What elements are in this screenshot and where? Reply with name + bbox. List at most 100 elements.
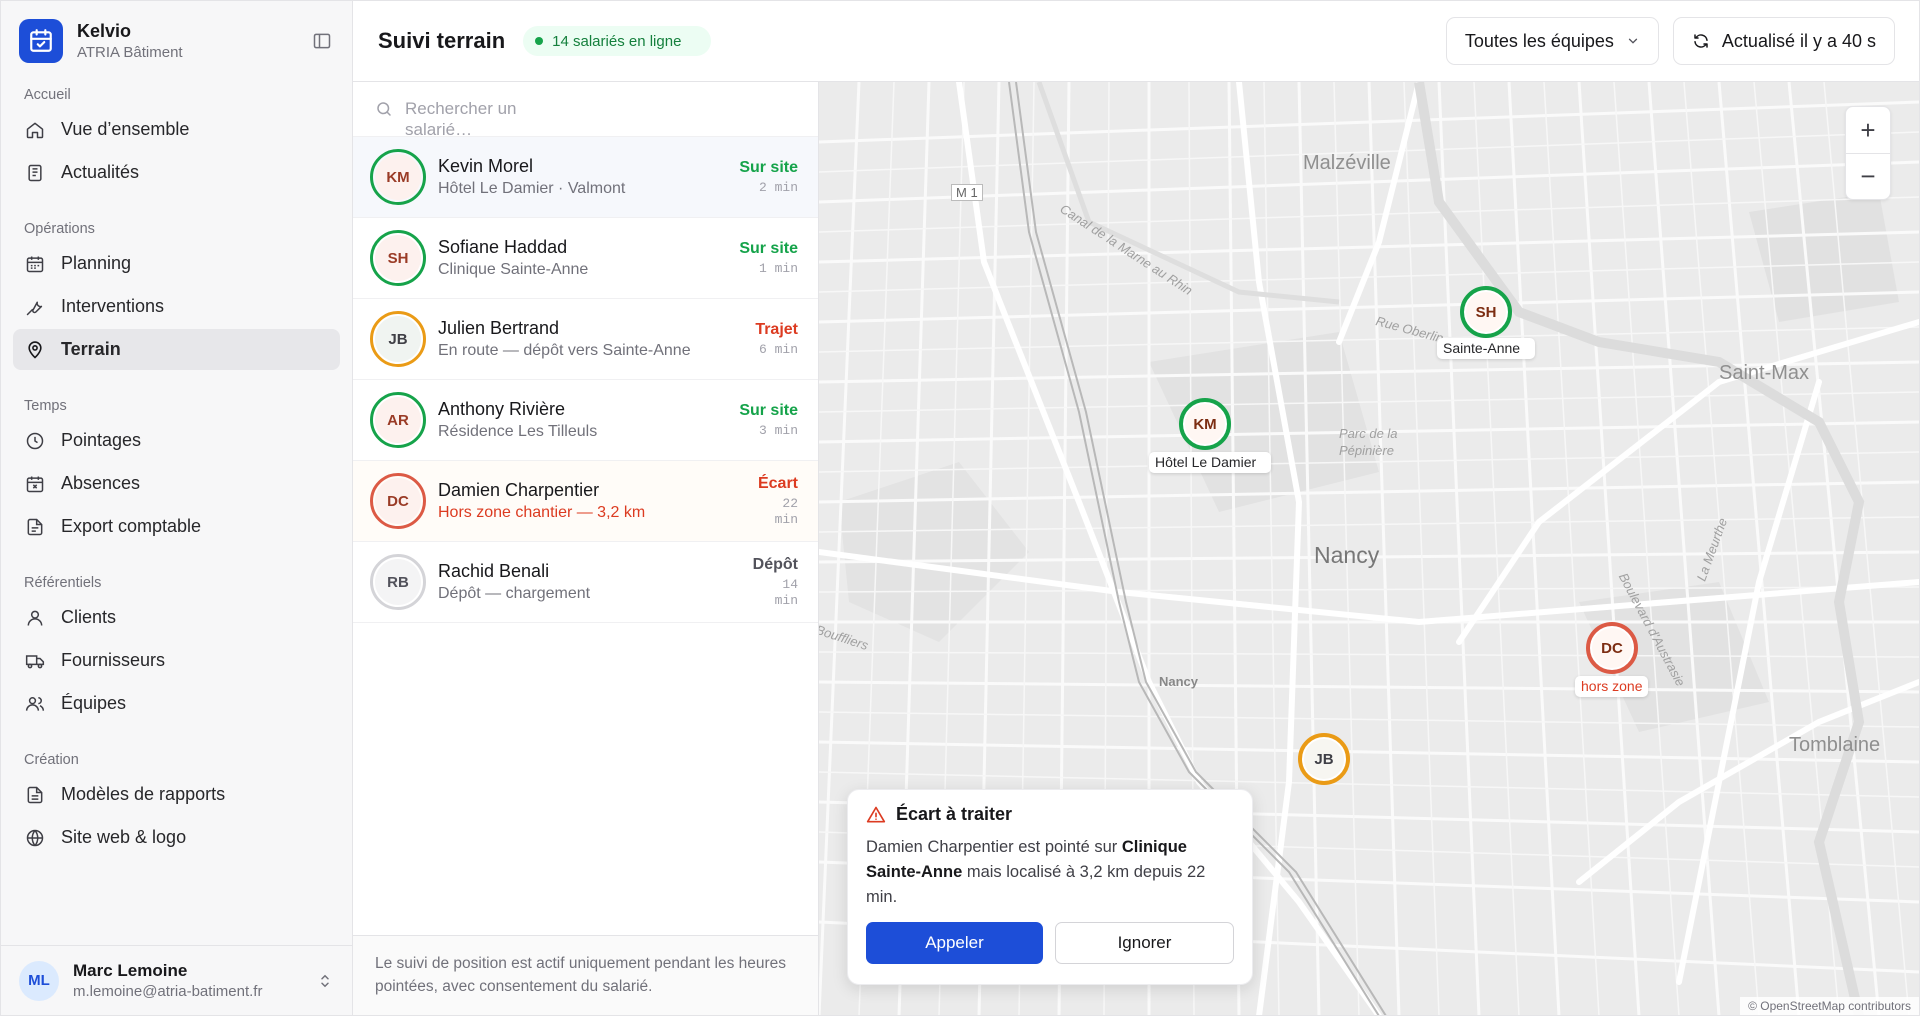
employee-location: Clinique Sainte-Anne	[438, 261, 589, 278]
employee-name: Anthony Rivière	[438, 399, 566, 419]
user-email: m.lemoine@atria-batiment.fr	[73, 983, 263, 1000]
sidebar-item-label: Fournisseurs	[61, 650, 166, 670]
nav-section-title: Accueil	[24, 87, 71, 103]
wrench-icon	[26, 301, 43, 315]
sidebar-item-website[interactable]: Site web & logo	[13, 817, 340, 858]
sidebar-item-news[interactable]: Actualités	[13, 152, 340, 193]
status-label: Dépôt	[752, 555, 798, 573]
sidebar-item-interventions[interactable]: Interventions	[13, 286, 340, 327]
list-item[interactable]: DC Damien Charpentier Hors zone chantier …	[353, 461, 818, 542]
sidebar-item-clients[interactable]: Clients	[13, 597, 340, 638]
nav-section-title: Création	[24, 752, 79, 768]
sidebar-item-label: Export comptable	[61, 516, 202, 536]
alert-title: Écart à traiter	[896, 804, 1013, 824]
calendar-check-icon	[19, 19, 63, 63]
sidebar-item-teams[interactable]: Équipes	[13, 683, 340, 724]
refresh-icon	[1694, 34, 1708, 48]
refresh-button[interactable]: Actualisé il y a 40 s	[1672, 17, 1895, 65]
team-filter-select[interactable]: Toutes les équipes	[1445, 17, 1659, 65]
sidebar-item-pointages[interactable]: Pointages	[13, 420, 340, 461]
employee-location: Hors zone chantier — 3,2 km	[438, 504, 646, 521]
map-marker-km[interactable]: KM	[1179, 398, 1231, 450]
search-bar[interactable]: Rechercher un salarié…	[353, 82, 818, 140]
sidebar-item-label: Pointages	[61, 430, 142, 450]
employee-location: Dépôt — chargement	[438, 585, 591, 602]
list-item[interactable]: SH Sofiane Haddad Clinique Sainte-Anne Su…	[353, 218, 818, 299]
brand: Kelvio ATRIA Bâtiment	[1, 1, 352, 81]
sidebar-item-label: Équipes	[61, 693, 127, 713]
deviation-alert-card: Écart à traiter Damien Charpentier est p…	[847, 789, 1253, 985]
calendar-icon	[26, 256, 44, 272]
employee-name: Kevin Morel	[438, 156, 534, 176]
sidebar-item-absences[interactable]: Absences	[13, 463, 340, 504]
content: Rechercher un salarié… KM Kevin Morel Hôt…	[353, 82, 1919, 1015]
status-time: 22 min	[774, 495, 798, 527]
refresh-label: Actualisé il y a 40 s	[1721, 30, 1876, 51]
employee-location: Résidence Les Tilleuls	[438, 423, 598, 440]
map-place-label: Tomblaine	[1789, 734, 1881, 756]
sidebar-item-overview[interactable]: Vue d’ensemble	[13, 109, 340, 150]
ignore-button[interactable]: Ignorer	[1055, 922, 1234, 964]
sidebar-item-planning[interactable]: Planning	[13, 243, 340, 284]
user-menu[interactable]: ML Marc Lemoine m.lemoine@atria-batiment…	[1, 945, 352, 1015]
sidebar-toggle-icon[interactable]	[308, 27, 336, 55]
list-item[interactable]: RB Rachid Benali Dépôt — chargement Dépôt…	[353, 542, 818, 623]
truck-icon	[25, 654, 45, 668]
employee-list-panel: Rechercher un salarié… KM Kevin Morel Hôt…	[353, 82, 819, 1015]
sidebar-item-terrain[interactable]: Terrain	[13, 329, 340, 370]
marker-label: Sainte-Anne	[1437, 338, 1535, 359]
main-nav: Accueil Vue d’ensemble Actualités Opérat…	[1, 81, 352, 945]
chevron-down-icon	[1628, 38, 1638, 44]
status-label: Écart	[757, 474, 798, 492]
main-area: Suivi terrain 14 salariés en ligne Toute…	[353, 1, 1919, 1015]
tracking-consent-note: Le suivi de position est actif uniquemen…	[353, 935, 818, 1015]
page-header: Suivi terrain 14 salariés en ligne Toute…	[353, 1, 1919, 82]
status-time: 3 min	[758, 422, 798, 438]
brand-name: Kelvio	[77, 21, 132, 41]
sidebar-item-suppliers[interactable]: Fournisseurs	[13, 640, 340, 681]
user-name: Marc Lemoine	[73, 961, 188, 980]
brand-company: ATRIA Bâtiment	[77, 44, 183, 61]
list-item[interactable]: JB Julien Bertrand En route — dépôt vers …	[353, 299, 818, 380]
chevron-up-down-icon	[321, 974, 329, 987]
zoom-in-button[interactable]: +	[1846, 107, 1890, 153]
status-time: 14 min	[774, 576, 798, 608]
call-button[interactable]: Appeler	[866, 922, 1043, 964]
avatar: RB	[370, 554, 426, 610]
status-time: 1 min	[758, 260, 798, 276]
sidebar-item-label: Terrain	[61, 339, 121, 359]
warning-icon	[866, 806, 886, 822]
map-marker-dc[interactable]: DC	[1586, 622, 1638, 674]
status-badge: 14 salariés en ligne	[523, 26, 712, 56]
calendar-x-icon	[26, 476, 44, 492]
employee-name: Damien Charpentier	[438, 480, 600, 500]
sidebar-item-label: Modèles de rapports	[61, 784, 226, 804]
employee-name: Sofiane Haddad	[438, 237, 568, 257]
map-view[interactable]: Malzéville Saint-Max Nancy Tomblaine Par…	[819, 82, 1919, 1015]
avatar: AR	[370, 392, 426, 448]
nav-section-title: Opérations	[24, 221, 95, 237]
avatar: SH	[370, 230, 426, 286]
page-title: Suivi terrain	[378, 28, 506, 53]
avatar: KM	[370, 149, 426, 205]
search-input[interactable]: Rechercher un salarié…	[405, 98, 545, 140]
sidebar-item-export[interactable]: Export comptable	[13, 506, 340, 547]
map-marker-jb[interactable]: JB	[1298, 733, 1350, 785]
status-label: Sur site	[739, 158, 798, 176]
sidebar-item-label: Site web & logo	[61, 827, 187, 847]
status-time: 6 min	[758, 341, 798, 357]
avatar: ML	[19, 960, 59, 1001]
sidebar-item-label: Interventions	[61, 296, 165, 316]
zoom-out-button[interactable]: −	[1846, 153, 1890, 199]
status-time: 2 min	[758, 179, 798, 195]
map-place-label: Nancy	[1314, 542, 1380, 568]
list-item[interactable]: AR Anthony Rivière Résidence Les Tilleuls…	[353, 380, 818, 461]
list-item[interactable]: KM Kevin Morel Hôtel Le Damier · Valmont …	[353, 137, 818, 218]
avatar: DC	[370, 473, 426, 529]
employee-name: Rachid Benali	[438, 561, 550, 581]
file-icon	[27, 518, 43, 535]
sidebar-item-report-templates[interactable]: Modèles de rapports	[13, 774, 340, 815]
app-window: Kelvio ATRIA Bâtiment Accueil Vue d’ense…	[0, 0, 1920, 1016]
map-road-shield: M 1	[951, 184, 983, 201]
map-marker-sh[interactable]: SH	[1460, 286, 1512, 338]
